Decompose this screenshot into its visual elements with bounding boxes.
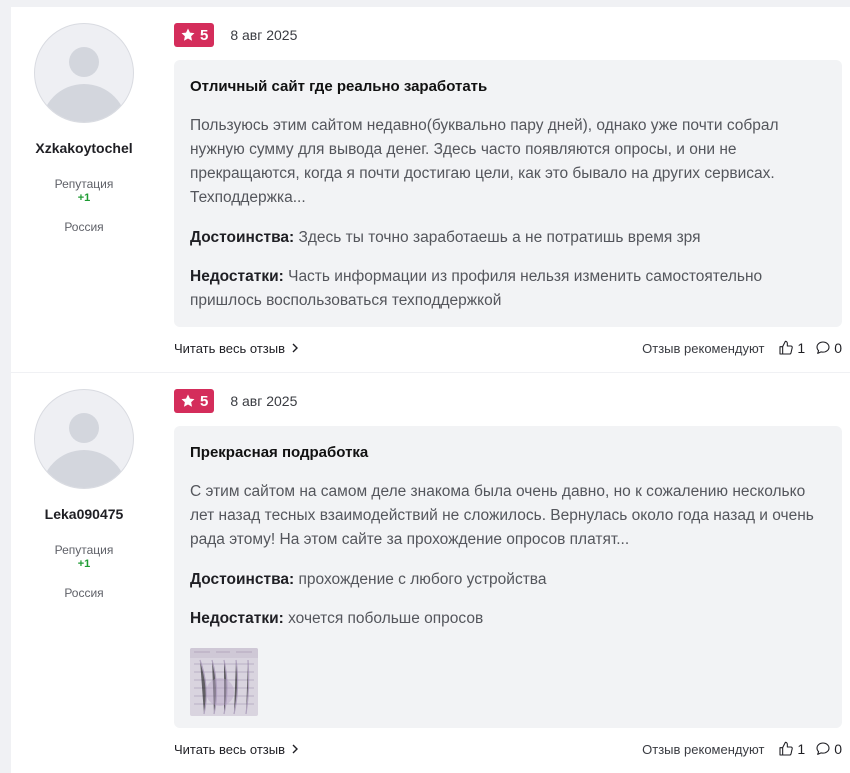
- screenshot-thumbnail-image: [190, 648, 258, 716]
- pros-label: Достоинства:: [190, 571, 295, 588]
- review-author: Xzkakoytochel Репутация +1 Россия: [11, 7, 157, 234]
- thumbs-up-icon: [779, 340, 794, 355]
- review-card: Отличный сайт где реально заработать Пол…: [174, 60, 842, 327]
- pros-text: прохождение с любого устройства: [298, 571, 547, 588]
- review-text: Пользуюсь этим сайтом недавно(буквально …: [190, 117, 779, 206]
- star-icon: [181, 28, 195, 41]
- author-country: Россия: [64, 220, 104, 234]
- recommend-label: Отзыв рекомендуют: [642, 741, 765, 757]
- rating-value: 5: [200, 26, 209, 44]
- rating-badge: 5: [174, 389, 215, 413]
- review-cons: Недостатки: хочется побольше опросов: [190, 607, 826, 631]
- avatar-placeholder-body: [41, 84, 127, 122]
- avatar[interactable]: [34, 23, 134, 123]
- read-more-link[interactable]: Читать весь отзыв: [174, 341, 299, 356]
- reputation-value: +1: [77, 192, 91, 204]
- review-pros: Достоинства: прохождение с любого устрой…: [190, 568, 826, 592]
- author-username[interactable]: Xzkakoytochel: [11, 140, 157, 156]
- comment-count: 0: [834, 340, 842, 356]
- avatar-placeholder-head: [69, 47, 99, 77]
- read-more-label: Читать весь отзыв: [174, 340, 286, 356]
- review-pros: Достоинства: Здесь ты точно заработаешь …: [190, 226, 826, 250]
- chevron-right-icon: [292, 744, 299, 754]
- pros-text: Здесь ты точно заработаешь а не потратиш…: [298, 229, 701, 246]
- review-cons: Недостатки: Часть информации из профиля …: [190, 265, 826, 313]
- rating-badge: 5: [174, 23, 215, 47]
- read-more-label: Читать весь отзыв: [174, 741, 286, 757]
- author-country: Россия: [64, 586, 104, 600]
- comment-icon: [816, 742, 830, 755]
- chevron-right-icon: [292, 343, 299, 353]
- avatar-placeholder-head: [69, 413, 99, 443]
- thumbs-up-icon: [779, 741, 794, 756]
- recommend-label: Отзыв рекомендуют: [642, 340, 765, 356]
- author-username[interactable]: Leka090475: [11, 506, 157, 522]
- comment-button[interactable]: 0: [815, 741, 842, 757]
- review-meta: 5 8 авг 2025: [174, 23, 297, 47]
- review-date: 8 авг 2025: [230, 27, 298, 43]
- like-count: 1: [797, 741, 806, 757]
- like-count: 1: [797, 340, 806, 356]
- avatar-placeholder-body: [41, 450, 127, 488]
- comment-icon: [816, 341, 830, 354]
- reputation-label: Репутация: [54, 543, 114, 557]
- read-more-link[interactable]: Читать весь отзыв: [174, 742, 299, 757]
- review-date: 8 авг 2025: [230, 393, 298, 409]
- like-button[interactable]: 1: [778, 741, 805, 757]
- review-text: С этим сайтом на самом деле знакома была…: [190, 483, 814, 548]
- reputation-value: +1: [77, 558, 91, 570]
- cons-label: Недостатки:: [190, 268, 284, 285]
- review-title[interactable]: Отличный сайт где реально заработать: [190, 77, 826, 97]
- review-item: Xzkakoytochel Репутация +1 Россия 5 8 ав…: [11, 7, 850, 372]
- review-title[interactable]: Прекрасная подработка: [190, 443, 826, 463]
- comment-button[interactable]: 0: [815, 340, 842, 356]
- like-button[interactable]: 1: [778, 340, 805, 356]
- cons-label: Недостатки:: [190, 610, 284, 627]
- review-author: Leka090475 Репутация +1 Россия: [11, 373, 157, 600]
- rating-value: 5: [200, 392, 209, 410]
- reputation-label: Репутация: [54, 177, 114, 191]
- review-item: Leka090475 Репутация +1 Россия 5 8 авг 2…: [11, 373, 850, 773]
- comment-count: 0: [834, 741, 842, 757]
- review-meta: 5 8 авг 2025: [174, 389, 297, 413]
- review-footer: Читать весь отзыв Отзыв рекомендуют 1 0: [174, 739, 842, 759]
- review-card: Прекрасная подработка С этим сайтом на с…: [174, 426, 842, 728]
- review-photo-thumbnail[interactable]: [190, 648, 258, 716]
- pros-label: Достоинства:: [190, 229, 295, 246]
- avatar[interactable]: [34, 389, 134, 489]
- cons-text: хочется побольше опросов: [288, 610, 484, 627]
- review-footer: Читать весь отзыв Отзыв рекомендуют 1 0: [174, 338, 842, 358]
- star-icon: [181, 394, 195, 407]
